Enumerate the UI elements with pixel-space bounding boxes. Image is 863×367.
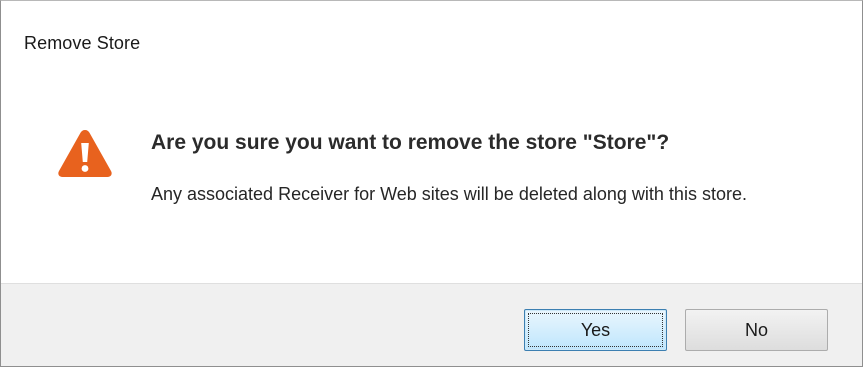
dialog-title: Remove Store <box>24 33 141 53</box>
yes-button[interactable]: Yes <box>524 309 667 351</box>
title-bar: Remove Store <box>1 1 862 93</box>
remove-store-dialog: Remove Store Are you sure you want to re… <box>0 0 863 367</box>
warning-icon <box>58 130 112 177</box>
button-bar: Yes No <box>1 283 862 366</box>
yes-button-label: Yes <box>580 320 611 340</box>
no-button-label: No <box>744 320 768 340</box>
confirmation-heading: Are you sure you want to remove the stor… <box>151 131 670 154</box>
confirmation-message: Any associated Receiver for Web sites wi… <box>151 184 747 204</box>
no-button[interactable]: No <box>685 309 828 351</box>
dialog-content: Are you sure you want to remove the stor… <box>1 93 862 283</box>
